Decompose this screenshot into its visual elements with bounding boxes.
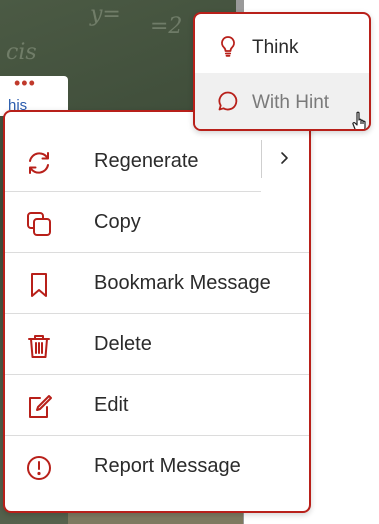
bookmark-icon [31, 273, 47, 297]
menu-item-regenerate[interactable]: Regenerate [5, 131, 309, 192]
menu-item-label: Report Message [94, 455, 241, 477]
chevron-right-icon[interactable] [277, 150, 291, 166]
pointer-cursor-icon [352, 111, 366, 129]
chalk-text: cis [6, 40, 37, 65]
trash-icon [28, 335, 50, 358]
message-context-menu: Regenerate Copy Bookmark Message Delete [3, 110, 311, 513]
menu-item-edit[interactable]: Edit [5, 375, 309, 436]
menu-item-label: Delete [94, 333, 152, 355]
alert-circle-icon [27, 456, 51, 480]
submenu-divider [261, 140, 262, 178]
menu-item-label: Regenerate [94, 150, 199, 172]
chalk-text: y= [90, 2, 121, 27]
refresh-icon [29, 152, 49, 174]
chat-bubble-icon [218, 91, 238, 111]
copy-icon [27, 212, 51, 236]
more-options-icon[interactable]: ••• [14, 74, 36, 92]
menu-item-report[interactable]: Report Message [5, 436, 309, 497]
menu-item-delete[interactable]: Delete [5, 314, 309, 375]
menu-item-bookmark[interactable]: Bookmark Message [5, 253, 309, 314]
chalk-text: =2 [150, 14, 183, 39]
menu-item-label: Copy [94, 211, 141, 233]
menu-item-copy[interactable]: Copy [5, 192, 309, 253]
lightbulb-icon [221, 36, 235, 57]
submenu-item-label: Think [252, 37, 299, 58]
regenerate-submenu: Think With Hint [193, 12, 371, 131]
menu-item-label: Edit [94, 394, 129, 416]
edit-icon [29, 395, 52, 418]
submenu-item-with-hint[interactable]: With Hint [195, 73, 369, 129]
submenu-item-think[interactable]: Think [195, 18, 369, 73]
submenu-item-label: With Hint [252, 92, 330, 113]
menu-item-label: Bookmark Message [94, 272, 271, 294]
